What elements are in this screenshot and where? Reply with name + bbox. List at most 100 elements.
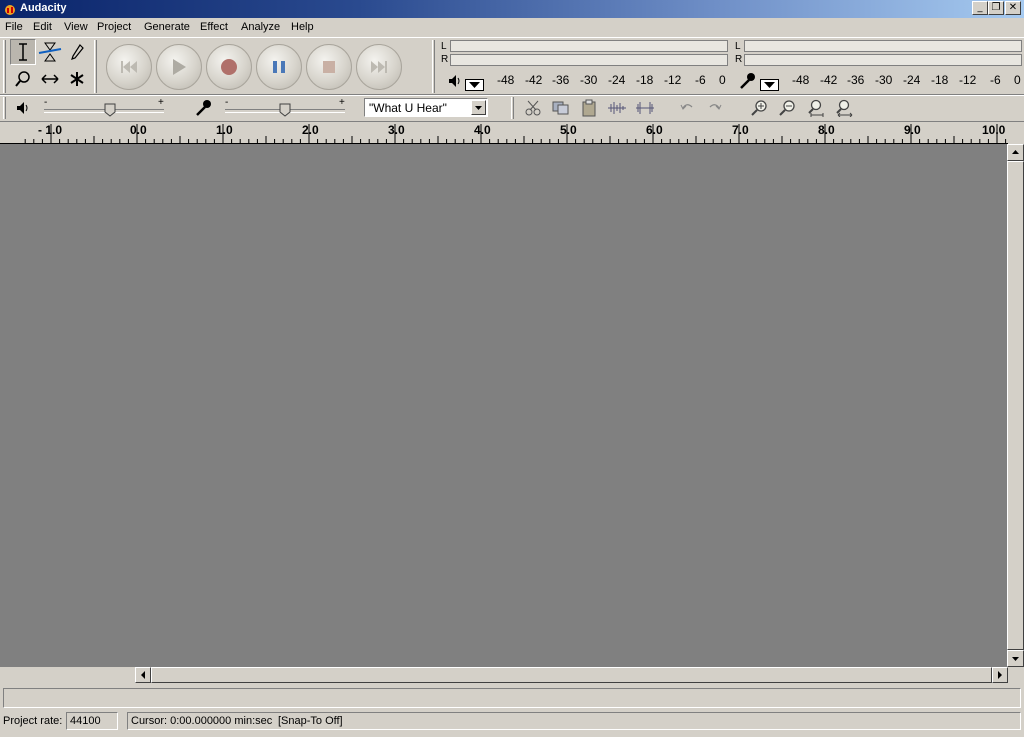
play-volume-slider[interactable] [104, 103, 116, 117]
draw-tool[interactable] [64, 39, 90, 65]
zoom-out-button[interactable] [774, 96, 800, 120]
scroll-up-button[interactable] [1007, 144, 1024, 161]
play-meter-right [450, 54, 728, 66]
rec-meter-right-label: R [735, 54, 743, 65]
fit-project-button[interactable] [830, 96, 856, 120]
silence-audio-icon [636, 102, 654, 114]
zoom-in-button[interactable] [746, 96, 772, 120]
double-arrow-icon [41, 74, 59, 84]
stop-icon [323, 61, 335, 73]
status-bar: Project rate: 44100 Cursor: 0:00.000000 … [0, 711, 1024, 737]
ruler-label: 6.0 [646, 123, 663, 137]
mixer-toolbar-grip[interactable] [3, 97, 6, 119]
skip-start-icon [121, 61, 137, 73]
horizontal-scroll-thumb[interactable] [151, 667, 992, 683]
dropdown-triangle-icon [469, 82, 480, 88]
zoom-out-icon [779, 100, 795, 116]
close-button[interactable]: ✕ [1005, 1, 1021, 15]
menu-analyze[interactable]: Analyze [241, 21, 280, 33]
play-scale-tick: -48 [497, 73, 515, 87]
rec-scale-tick: -18 [931, 73, 949, 87]
pencil-icon [71, 44, 84, 60]
silence-button[interactable] [632, 96, 658, 120]
meter-toolbar-grip[interactable] [432, 40, 435, 93]
menu-edit[interactable]: Edit [33, 21, 52, 33]
menu-effect[interactable]: Effect [200, 21, 228, 33]
minimize-button[interactable]: _ [972, 1, 988, 15]
project-rate-value: 44100 [70, 715, 101, 727]
play-volume-min: - [44, 97, 48, 108]
scroll-left-button[interactable] [135, 667, 151, 683]
status-text-field: Cursor: 0:00.000000 min:sec [Snap-To Off… [127, 712, 1021, 730]
menu-help[interactable]: Help [291, 21, 314, 33]
menu-project[interactable]: Project [97, 21, 131, 33]
audacity-logo-icon [5, 5, 15, 15]
track-area[interactable] [0, 144, 1007, 667]
ruler-label: - 1.0 [38, 123, 63, 137]
project-rate-label: Project rate: [3, 715, 63, 727]
arrow-right-icon [998, 671, 1002, 679]
project-rate-field[interactable]: 44100 [66, 712, 118, 730]
play-meter-menu-button[interactable] [465, 79, 484, 91]
menu-generate[interactable]: Generate [144, 21, 190, 33]
play-meter-left-label: L [441, 41, 447, 52]
envelope-tool[interactable] [37, 39, 63, 65]
scroll-down-button[interactable] [1007, 650, 1024, 667]
trim-audio-icon [608, 102, 626, 114]
restore-button[interactable]: ❐ [988, 1, 1004, 15]
track-panel-spacer [0, 667, 135, 683]
scroll-right-button[interactable] [992, 667, 1008, 683]
horizontal-scrollbar[interactable] [135, 667, 1008, 683]
speaker-icon [449, 75, 460, 87]
play-scale-tick: -18 [636, 73, 654, 87]
control-toolbar-grip[interactable] [94, 40, 97, 93]
menu-file[interactable]: File [5, 21, 23, 33]
record-button[interactable] [206, 44, 252, 90]
skip-end-button[interactable] [356, 44, 402, 90]
rec-volume-slider[interactable] [279, 103, 291, 117]
selection-tool[interactable] [10, 39, 36, 65]
trim-button[interactable] [604, 96, 630, 120]
copy-icon [552, 101, 569, 115]
pause-button[interactable] [256, 44, 302, 90]
cursor-position: Cursor: 0:00.000000 min:sec [131, 715, 273, 727]
tools-toolbar-grip[interactable] [3, 40, 6, 93]
fit-selection-button[interactable] [802, 96, 828, 120]
scissors-icon [525, 100, 541, 116]
input-source-select[interactable]: "What U Hear" [364, 98, 488, 117]
rec-meter-left-label: L [735, 41, 741, 52]
play-scale-tick: -12 [664, 73, 682, 87]
snap-status: [Snap-To Off] [278, 715, 343, 727]
play-button[interactable] [156, 44, 202, 90]
ruler-label: 9.0 [904, 123, 921, 137]
skip-start-button[interactable] [106, 44, 152, 90]
vertical-scroll-thumb[interactable] [1007, 161, 1024, 650]
paste-button[interactable] [576, 96, 602, 120]
rec-scale-tick: -30 [875, 73, 893, 87]
cut-button[interactable] [520, 96, 546, 120]
ruler-ticks [24, 124, 1007, 143]
edit-toolbar-grip[interactable] [511, 97, 514, 119]
input-source-dropdown-button[interactable] [471, 100, 486, 115]
undo-button[interactable] [674, 96, 700, 120]
ruler-label: 1.0 [216, 123, 233, 137]
stop-button[interactable] [306, 44, 352, 90]
copy-button[interactable] [548, 96, 574, 120]
ruler-label: 5.0 [560, 123, 577, 137]
zoom-in-icon [751, 100, 767, 116]
redo-button[interactable] [702, 96, 728, 120]
play-scale-tick: -24 [608, 73, 626, 87]
menu-view[interactable]: View [64, 21, 88, 33]
vertical-scrollbar[interactable] [1007, 144, 1024, 667]
chevron-down-icon [475, 106, 482, 110]
zoom-tool[interactable] [10, 66, 36, 92]
rec-meter-menu-button[interactable] [760, 79, 779, 91]
undo-icon [680, 104, 693, 110]
multi-tool[interactable] [64, 66, 90, 92]
timeshift-tool[interactable] [37, 66, 63, 92]
scroll-corner [1008, 667, 1024, 683]
menu-bar: File Edit View Project Generate Effect A… [0, 18, 1024, 37]
timeline-ruler[interactable] [0, 122, 1008, 144]
play-meter-right-label: R [441, 54, 449, 65]
pause-icon [273, 61, 285, 73]
